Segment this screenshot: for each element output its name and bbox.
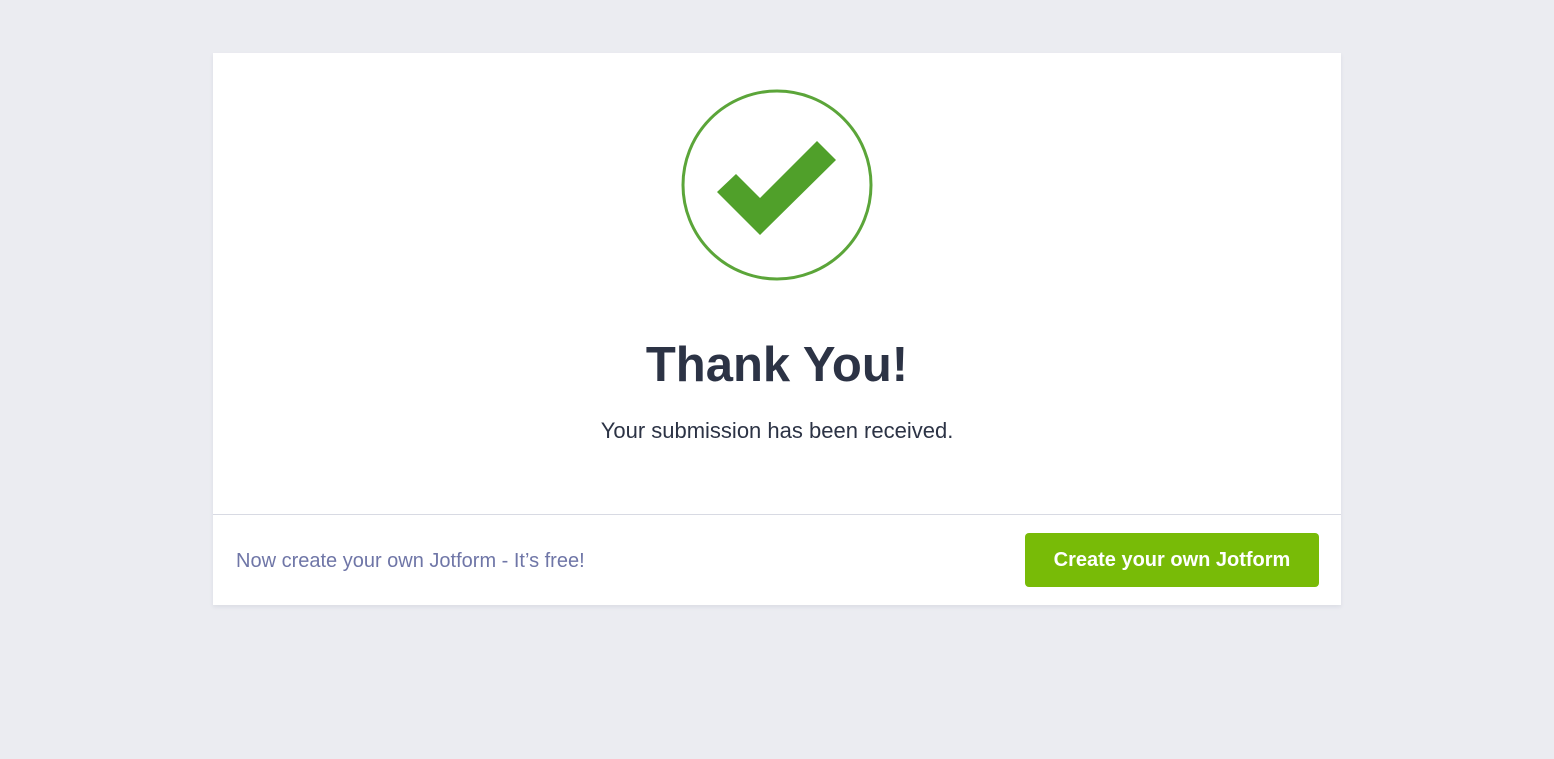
- confirmation-message: Your submission has been received.: [600, 418, 954, 443]
- promo-footer: Now create your own Jotform - It’s free!…: [213, 515, 1341, 605]
- checkmark-circle-icon: [681, 89, 873, 281]
- promo-text: Now create your own Jotform - It’s free!: [236, 550, 585, 572]
- create-jotform-button[interactable]: Create your own Jotform: [1025, 533, 1319, 587]
- confirmation-section: Thank You! Your submission has been rece…: [213, 53, 1341, 515]
- thank-you-card: Thank You! Your submission has been rece…: [213, 53, 1341, 605]
- page-title: Thank You!: [645, 338, 909, 392]
